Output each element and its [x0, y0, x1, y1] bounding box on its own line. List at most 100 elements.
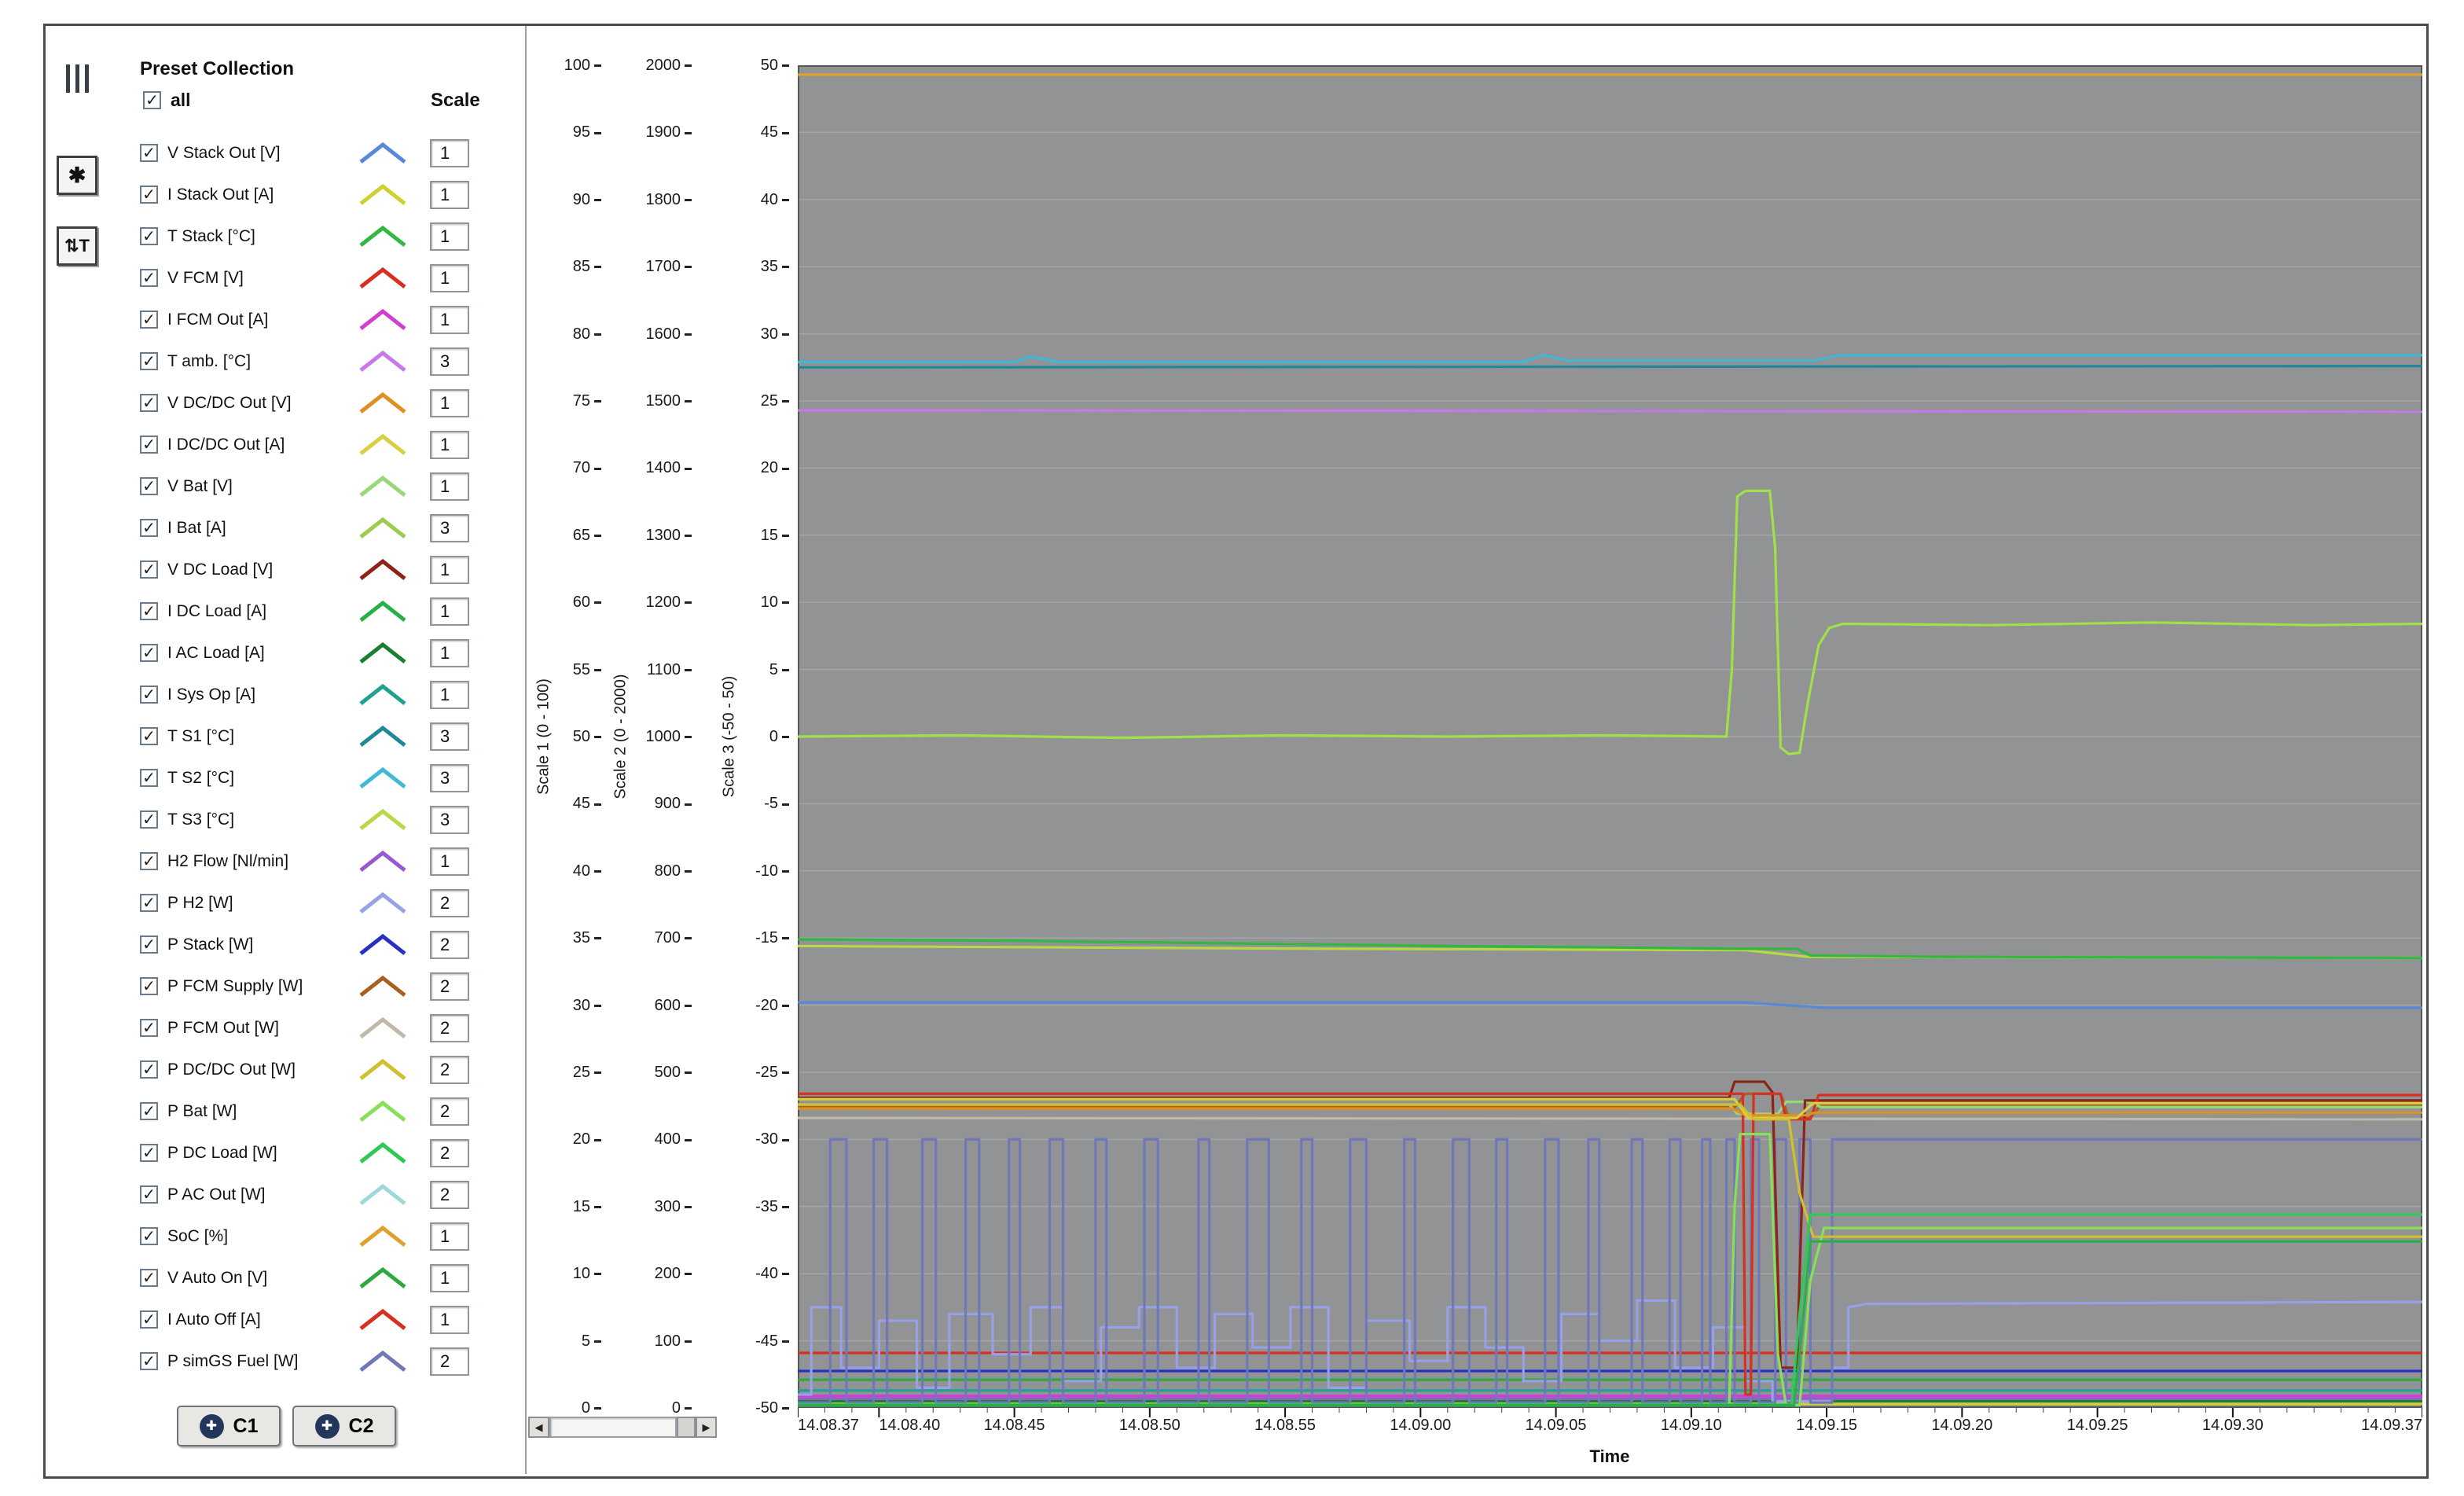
signal-scale-input[interactable]: 1: [430, 680, 469, 709]
signal-line-sample-icon[interactable]: [358, 932, 408, 958]
signal-checkbox[interactable]: ✓: [140, 602, 158, 620]
signal-line-sample-icon[interactable]: [358, 307, 408, 333]
chart-hscrollbar[interactable]: ◀ ▶: [528, 1417, 717, 1438]
signal-scale-input[interactable]: 2: [430, 930, 469, 959]
signal-scale-input[interactable]: 1: [430, 180, 469, 209]
waveform-chart[interactable]: [798, 65, 2422, 1421]
signal-line-sample-icon[interactable]: [358, 1348, 408, 1375]
signal-line-sample-icon[interactable]: [358, 1307, 408, 1333]
signal-checkbox[interactable]: ✓: [140, 769, 158, 787]
signal-scale-input[interactable]: 1: [430, 472, 469, 501]
signal-scale-input[interactable]: 3: [430, 805, 469, 834]
signal-scale-input[interactable]: 2: [430, 1013, 469, 1042]
signal-checkbox[interactable]: ✓: [140, 1352, 158, 1370]
signal-checkbox[interactable]: ✓: [140, 394, 158, 412]
signal-scale-input[interactable]: 1: [430, 847, 469, 876]
scroll-track[interactable]: [549, 1417, 677, 1438]
signal-line-sample-icon[interactable]: [358, 807, 408, 833]
signal-checkbox[interactable]: ✓: [140, 519, 158, 537]
scroll-thumb[interactable]: [677, 1417, 696, 1438]
signal-line-sample-icon[interactable]: [358, 1223, 408, 1250]
signal-line-sample-icon[interactable]: [358, 182, 408, 208]
signal-scale-input[interactable]: 1: [430, 597, 469, 626]
signal-line-sample-icon[interactable]: [358, 223, 408, 250]
signal-checkbox[interactable]: ✓: [140, 436, 158, 454]
scroll-left-button[interactable]: ◀: [528, 1417, 549, 1438]
signal-scale-input[interactable]: 1: [430, 1263, 469, 1292]
signal-checkbox[interactable]: ✓: [140, 977, 158, 995]
signal-line-sample-icon[interactable]: [358, 1057, 408, 1083]
signal-scale-input[interactable]: 3: [430, 513, 469, 542]
signal-checkbox[interactable]: ✓: [140, 144, 158, 162]
signal-checkbox[interactable]: ✓: [140, 686, 158, 704]
signal-scale-input[interactable]: 2: [430, 1347, 469, 1376]
signal-checkbox[interactable]: ✓: [140, 1060, 158, 1079]
signal-checkbox[interactable]: ✓: [140, 1185, 158, 1204]
signal-scale-input[interactable]: 2: [430, 972, 469, 1001]
signal-scale-input[interactable]: 1: [430, 430, 469, 459]
signal-scale-input[interactable]: 3: [430, 722, 469, 751]
signal-scale-input[interactable]: 3: [430, 763, 469, 792]
scroll-right-button[interactable]: ▶: [696, 1417, 717, 1438]
signal-scale-input[interactable]: 1: [430, 263, 469, 292]
signal-scale-input[interactable]: 1: [430, 138, 469, 167]
drag-handle-icon[interactable]: [66, 64, 89, 93]
signal-scale-input[interactable]: 2: [430, 1138, 469, 1167]
signal-line-sample-icon[interactable]: [358, 473, 408, 500]
signal-scale-input[interactable]: 2: [430, 1180, 469, 1209]
signal-checkbox[interactable]: ✓: [140, 644, 158, 662]
signal-checkbox[interactable]: ✓: [140, 1227, 158, 1245]
signal-line-sample-icon[interactable]: [358, 515, 408, 542]
signal-line-sample-icon[interactable]: [358, 598, 408, 625]
signal-line-sample-icon[interactable]: [358, 765, 408, 792]
signal-checkbox[interactable]: ✓: [140, 935, 158, 954]
signal-line-sample-icon[interactable]: [358, 890, 408, 917]
signal-checkbox[interactable]: ✓: [140, 1102, 158, 1120]
signal-scale-input[interactable]: 1: [430, 222, 469, 251]
signal-checkbox[interactable]: ✓: [140, 727, 158, 745]
signal-checkbox[interactable]: ✓: [140, 269, 158, 287]
signal-scale-input[interactable]: 3: [430, 347, 469, 376]
signal-checkbox[interactable]: ✓: [140, 1269, 158, 1287]
signal-checkbox[interactable]: ✓: [140, 810, 158, 829]
signal-scale-input[interactable]: 1: [430, 388, 469, 417]
signal-line-sample-icon[interactable]: [358, 973, 408, 1000]
c1-button[interactable]: ✚ C1: [177, 1406, 281, 1446]
signal-line-sample-icon[interactable]: [358, 140, 408, 167]
signal-scale-input[interactable]: 2: [430, 1055, 469, 1084]
signal-scale-input[interactable]: 1: [430, 555, 469, 584]
signal-line-sample-icon[interactable]: [358, 682, 408, 708]
signal-line-sample-icon[interactable]: [358, 723, 408, 750]
signal-checkbox[interactable]: ✓: [140, 1310, 158, 1329]
c2-button[interactable]: ✚ C2: [292, 1406, 396, 1446]
signal-line-sample-icon[interactable]: [358, 557, 408, 583]
signal-checkbox[interactable]: ✓: [140, 186, 158, 204]
signal-scale-input[interactable]: 1: [430, 305, 469, 334]
signal-line-sample-icon[interactable]: [358, 1182, 408, 1208]
signal-line-sample-icon[interactable]: [358, 1140, 408, 1167]
signal-scale-input[interactable]: 1: [430, 1305, 469, 1334]
signal-scale-input[interactable]: 1: [430, 638, 469, 667]
signal-scale-input[interactable]: 2: [430, 888, 469, 917]
signal-checkbox[interactable]: ✓: [140, 477, 158, 495]
signal-checkbox[interactable]: ✓: [140, 561, 158, 579]
signal-line-sample-icon[interactable]: [358, 848, 408, 875]
signal-line-sample-icon[interactable]: [358, 1265, 408, 1292]
signal-checkbox[interactable]: ✓: [140, 352, 158, 370]
signal-checkbox[interactable]: ✓: [140, 311, 158, 329]
signal-line-sample-icon[interactable]: [358, 348, 408, 375]
signal-line-sample-icon[interactable]: [358, 640, 408, 667]
snowflake-button[interactable]: ✱: [57, 156, 97, 195]
signal-line-sample-icon[interactable]: [358, 390, 408, 417]
signal-scale-input[interactable]: 1: [430, 1222, 469, 1251]
signal-checkbox[interactable]: ✓: [140, 1019, 158, 1037]
signal-line-sample-icon[interactable]: [358, 265, 408, 292]
signal-line-sample-icon[interactable]: [358, 432, 408, 458]
signal-line-sample-icon[interactable]: [358, 1098, 408, 1125]
select-all-checkbox[interactable]: ✓: [143, 91, 161, 109]
signal-line-sample-icon[interactable]: [358, 1015, 408, 1042]
signal-checkbox[interactable]: ✓: [140, 227, 158, 245]
signal-scale-input[interactable]: 2: [430, 1097, 469, 1126]
signal-checkbox[interactable]: ✓: [140, 1144, 158, 1162]
signal-checkbox[interactable]: ✓: [140, 894, 158, 912]
